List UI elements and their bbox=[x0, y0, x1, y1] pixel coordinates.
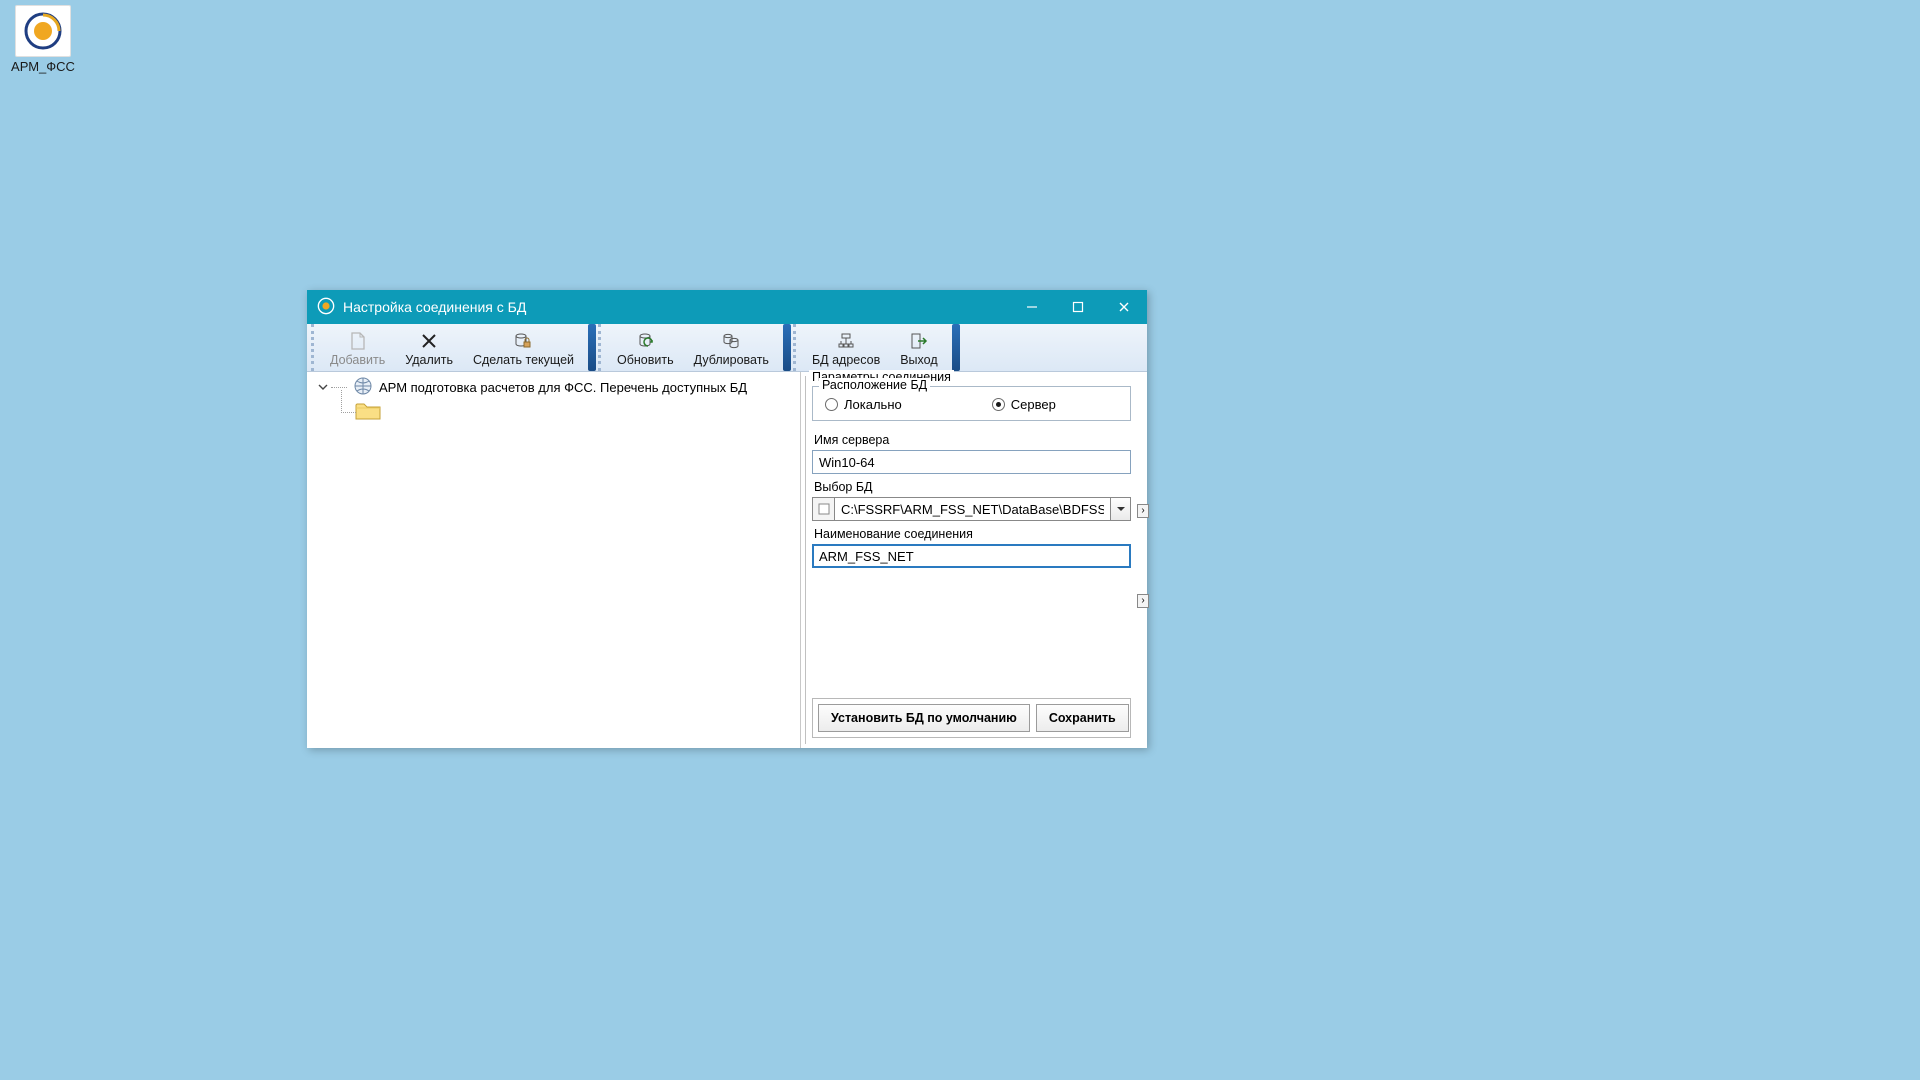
refresh-icon bbox=[636, 331, 654, 351]
radio-icon bbox=[825, 398, 838, 411]
exit-door-icon bbox=[910, 331, 928, 351]
toolbar-addr-db-label: БД адресов bbox=[812, 353, 880, 367]
app-logo-icon bbox=[15, 5, 71, 57]
set-default-db-button[interactable]: Установить БД по умолчанию bbox=[818, 704, 1030, 732]
db-tree-view[interactable]: АРМ подготовка расчетов для ФСС. Перечен… bbox=[307, 372, 801, 748]
scroll-handle-up[interactable]: › bbox=[1137, 504, 1149, 518]
toolbar-refresh-button[interactable]: Обновить bbox=[607, 324, 684, 371]
database-network-icon bbox=[837, 331, 855, 351]
minimize-button[interactable] bbox=[1009, 290, 1055, 324]
folder-icon bbox=[355, 400, 381, 425]
toolbar-separator-handle[interactable] bbox=[588, 324, 596, 371]
tree-child-folder[interactable] bbox=[307, 398, 800, 426]
database-lock-icon bbox=[514, 331, 532, 351]
toolbar-add-button[interactable]: Добавить bbox=[320, 324, 395, 371]
toolbar-make-current-label: Сделать текущей bbox=[473, 353, 574, 367]
db-location-legend: Расположение БД bbox=[819, 378, 930, 392]
delete-x-icon bbox=[421, 331, 437, 351]
toolbar-separator-handle[interactable] bbox=[783, 324, 791, 371]
tree-expander-icon[interactable] bbox=[315, 379, 331, 395]
titlebar[interactable]: Настройка соединения с БД bbox=[307, 290, 1147, 324]
desktop-shortcut-arm-fss[interactable]: АРМ_ФСС bbox=[8, 5, 78, 74]
radio-icon bbox=[992, 398, 1005, 411]
server-name-label: Имя сервера bbox=[814, 433, 1131, 447]
db-browse-button[interactable] bbox=[812, 497, 834, 521]
conn-name-label: Наименование соединения bbox=[814, 527, 1131, 541]
db-settings-window: Настройка соединения с БД Добавить bbox=[307, 290, 1147, 748]
window-title: Настройка соединения с БД bbox=[343, 299, 526, 315]
globe-icon bbox=[353, 376, 373, 399]
radio-server[interactable]: Сервер bbox=[992, 397, 1056, 412]
desktop-shortcut-label: АРМ_ФСС bbox=[11, 59, 75, 74]
save-button[interactable]: Сохранить bbox=[1036, 704, 1129, 732]
scroll-handle-down[interactable]: › bbox=[1137, 594, 1149, 608]
tree-root-row[interactable]: АРМ подготовка расчетов для ФСС. Перечен… bbox=[307, 376, 800, 398]
conn-name-input[interactable] bbox=[812, 544, 1131, 568]
toolbar-duplicate-label: Дублировать bbox=[694, 353, 769, 367]
toolbar-exit-label: Выход bbox=[900, 353, 937, 367]
db-select-label: Выбор БД bbox=[814, 480, 1131, 494]
document-new-icon bbox=[349, 331, 367, 351]
toolbar-separator-handle[interactable] bbox=[952, 324, 960, 371]
duplicate-icon bbox=[722, 331, 740, 351]
db-path-input[interactable] bbox=[834, 497, 1111, 521]
radio-local-label: Локально bbox=[844, 397, 902, 412]
radio-server-label: Сервер bbox=[1011, 397, 1056, 412]
toolbar-make-current-button[interactable]: Сделать текущей bbox=[463, 324, 584, 371]
tree-root-label: АРМ подготовка расчетов для ФСС. Перечен… bbox=[379, 380, 747, 395]
toolbar-duplicate-button[interactable]: Дублировать bbox=[684, 324, 779, 371]
toolbar-refresh-label: Обновить bbox=[617, 353, 674, 367]
close-button[interactable] bbox=[1101, 290, 1147, 324]
db-location-group: Расположение БД Локально Сервер bbox=[812, 386, 1131, 421]
toolbar-add-label: Добавить bbox=[330, 353, 385, 367]
toolbar-addr-db-button[interactable]: БД адресов bbox=[802, 324, 890, 371]
maximize-button[interactable] bbox=[1055, 290, 1101, 324]
toolbar-delete-button[interactable]: Удалить bbox=[395, 324, 463, 371]
connection-properties-panel: Параметры соединения Расположение БД Лок… bbox=[801, 372, 1147, 748]
toolbar: Добавить Удалить Сделать текущей bbox=[307, 324, 1147, 372]
server-name-input[interactable] bbox=[812, 450, 1131, 474]
radio-local[interactable]: Локально bbox=[825, 397, 902, 412]
titlebar-app-icon bbox=[317, 297, 335, 318]
db-path-dropdown-button[interactable] bbox=[1111, 497, 1131, 521]
toolbar-delete-label: Удалить bbox=[405, 353, 453, 367]
toolbar-exit-button[interactable]: Выход bbox=[890, 324, 947, 371]
